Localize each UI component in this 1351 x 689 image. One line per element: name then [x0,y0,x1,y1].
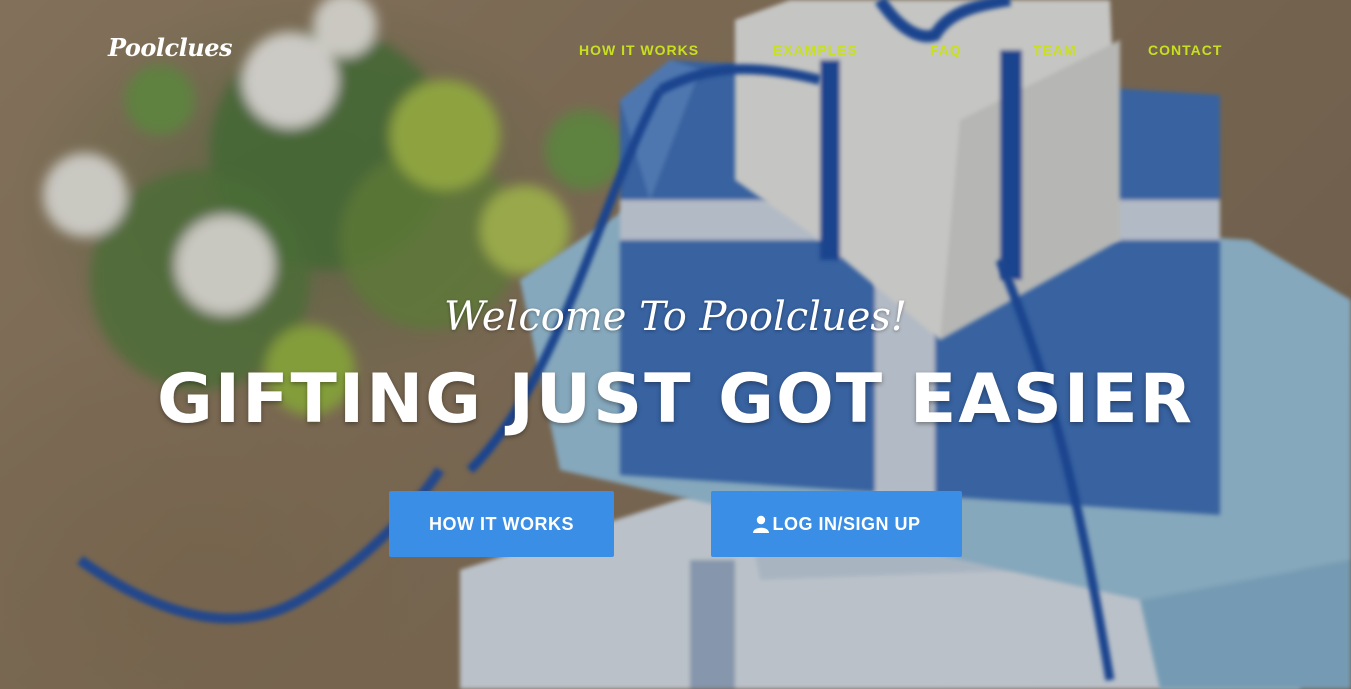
hero-background [0,0,1351,689]
nav-menu: HOW IT WORKS EXAMPLES FAQ TEAM CONTACT [0,42,1351,62]
login-signup-button-label: LOG IN/SIGN UP [772,513,921,534]
nav-link-team[interactable]: TEAM [1033,42,1077,58]
user-icon [752,515,770,533]
nav-item-contact: CONTACT [1148,42,1222,60]
nav-link-contact[interactable]: CONTACT [1148,42,1222,58]
nav-item-team: TEAM [1033,42,1077,60]
welcome-subtitle: Welcome To Poolclues! [444,294,907,340]
nav-item-faq: FAQ [930,42,962,60]
hero-headline: GIFTING JUST GOT EASIER [156,360,1195,439]
how-it-works-button-label: HOW IT WORKS [429,513,574,534]
nav-link-faq[interactable]: FAQ [930,42,962,58]
nav-item-examples: EXAMPLES [773,42,858,60]
nav-link-examples[interactable]: EXAMPLES [773,42,858,58]
nav-item-how-it-works: HOW IT WORKS [579,42,699,60]
nav-link-how-it-works[interactable]: HOW IT WORKS [579,42,699,58]
hero-overlay [0,0,1351,689]
top-navigation: Poolclues HOW IT WORKS EXAMPLES FAQ TEAM… [0,0,1351,100]
how-it-works-button[interactable]: HOW IT WORKS [389,491,614,557]
login-signup-button[interactable]: LOG IN/SIGN UP [711,491,962,557]
